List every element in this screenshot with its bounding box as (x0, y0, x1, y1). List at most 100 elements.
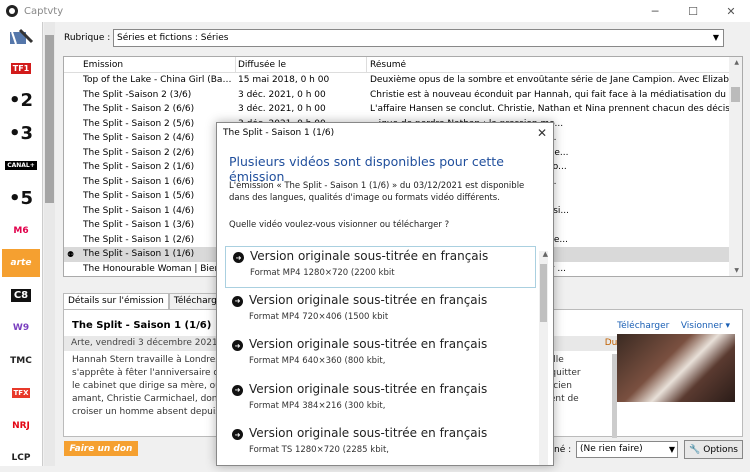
cell-title: The Split - Saison 2 (6/6) (83, 104, 195, 115)
scroll-up-icon[interactable]: ▲ (543, 250, 548, 258)
cell-title: Top of the Lake - China Girl (Bande... (83, 75, 235, 86)
channel-logo-icon: TFX (11, 388, 31, 398)
dialog-question: Quelle vidéo voulez-vous visionner ou té… (229, 220, 450, 230)
channel-arte[interactable]: arte (2, 249, 40, 277)
cell-title: The Honourable Woman | Bientôt (83, 263, 233, 274)
details-actions: Télécharger Visionner ▾ (617, 321, 730, 331)
arrow-right-icon: ➜ (232, 429, 243, 440)
cell-title: The Split - Saison 1 (6/6) (83, 176, 195, 187)
table-row[interactable]: The Split - Saison 2 (6/6) 3 déc. 2021, 0… (64, 102, 730, 117)
video-option[interactable]: ➜ Version originale sous-titrée en frança… (225, 380, 536, 422)
channel-c8[interactable]: C8 (2, 282, 40, 310)
column-header-date[interactable]: Diffusée le (238, 60, 365, 70)
channel-logo-icon: arte (10, 258, 32, 268)
video-option[interactable]: ➜ Version originale sous-titrée en frança… (225, 246, 536, 288)
cell-title: The Split - Saison 2 (5/6) (83, 118, 195, 129)
dialog-text: L'émission « The Split - Saison 1 (1/6) … (229, 181, 525, 203)
channel-logo-icon: •2 (8, 90, 34, 111)
chevron-down-icon[interactable]: ▼ (709, 30, 723, 46)
chevron-down-icon[interactable]: ▼ (669, 442, 675, 457)
channel-tmc[interactable]: TMC (2, 347, 40, 375)
download-link[interactable]: Télécharger (617, 321, 669, 331)
channel-lcp[interactable]: LCP (2, 444, 40, 472)
maximize-button[interactable]: ☐ (674, 0, 712, 22)
close-button[interactable]: ✕ (712, 0, 750, 22)
cell-title: The Split - Saison 1 (3/6) (83, 220, 195, 231)
channel-logo-icon: CANAL+ (5, 161, 37, 170)
cell-date: 3 déc. 2021, 0 h 00 (238, 104, 326, 115)
video-option-title: Version originale sous-titrée en françai… (249, 292, 488, 307)
donate-button[interactable]: Faire un don (64, 441, 138, 456)
table-row[interactable]: Top of the Lake - China Girl (Bande... 15… (64, 73, 730, 88)
after-download-value: (Ne rien faire) (580, 444, 643, 454)
channel-logo-icon: TF1 (10, 62, 32, 74)
channel-w9[interactable]: W9 (2, 314, 40, 342)
episode-thumbnail (617, 334, 735, 402)
cell-title: The Split - Saison 1 (2/6) (83, 234, 195, 245)
after-download-select[interactable]: (Ne rien faire) ▼ (576, 441, 678, 458)
channel-nrj12[interactable]: NRJ (2, 412, 40, 440)
playing-icon: ⚉ (67, 249, 75, 259)
column-header-emission[interactable]: Émission (83, 60, 235, 70)
wrench-icon: 🔧 (689, 444, 701, 455)
tab-details[interactable]: Détails sur l'émission (63, 293, 169, 309)
table-row[interactable]: The Split -Saison 2 (3/6) 3 déc. 2021, 0 … (64, 88, 730, 103)
cell-date: 15 mai 2018, 0 h 00 (238, 75, 330, 86)
video-option-format: Format MP4 1280×720 (2200 kbit (250, 268, 395, 278)
video-option-title: Version originale sous-titrée en françai… (249, 337, 488, 351)
cell-title: The Split - Saison 1 (1/6) (83, 249, 195, 260)
channel-tf1[interactable]: TF1 (2, 54, 40, 82)
video-option[interactable]: ➜ Version originale sous-titrée en frança… (225, 291, 536, 333)
view-link[interactable]: Visionner ▾ (681, 321, 730, 331)
cell-title: The Split - Saison 1 (5/6) (83, 191, 195, 202)
cell-date: 3 déc. 2021, 0 h 00 (238, 89, 326, 100)
grid-scrollbar[interactable]: ▲ ▼ (729, 57, 742, 276)
window-title: Captvty (24, 5, 64, 17)
minimize-button[interactable]: ─ (636, 0, 674, 22)
video-option-format: Format MP4 640×360 (800 kbit, (249, 356, 386, 366)
channel-logo-icon: NRJ (12, 420, 30, 431)
video-option-format: Format MP4 384×216 (300 kbit, (249, 400, 386, 411)
rubrique-select[interactable]: Séries et fictions : Séries ▼ (113, 29, 724, 47)
title-bar: Captvty ─ ☐ ✕ (0, 0, 750, 22)
details-title: The Split - Saison 1 (1/6) (72, 320, 212, 331)
channel-france-2[interactable]: •2 (2, 87, 40, 115)
arrow-right-icon: ➜ (232, 340, 243, 351)
sidebar-scroll-thumb[interactable] (45, 35, 54, 203)
video-option[interactable]: ➜ Version originale sous-titrée en frança… (225, 424, 536, 465)
after-download-label: né : (554, 445, 572, 455)
cell-title: The Split -Saison 2 (3/6) (83, 89, 192, 100)
channel-logo-icon: TMC (10, 355, 32, 366)
channel-france-5[interactable]: •5 (2, 184, 40, 212)
video-option-title: Version originale sous-titrée en françai… (250, 249, 489, 263)
rubrique-value: Séries et fictions : Séries (117, 33, 229, 43)
channel-canal-[interactable]: CANAL+ (2, 152, 40, 180)
channel-logo-icon: LCP (11, 453, 31, 463)
detail-tabs: Détails sur l'émission Téléchargeme (63, 293, 242, 309)
video-choice-dialog: The Split - Saison 1 (1/6) ✕ Plusieurs v… (216, 122, 554, 466)
options-button[interactable]: 🔧 Options (684, 440, 743, 459)
dialog-scroll-thumb[interactable] (540, 264, 547, 322)
rubrique-label: Rubrique : (64, 33, 111, 43)
options-label: Options (703, 444, 738, 455)
cell-summary: L'affaire Hansen se conclut. Christie, N… (370, 104, 730, 115)
arrow-right-icon: ➜ (232, 384, 243, 396)
channel-logo-icon: •5 (8, 187, 34, 209)
cell-summary: Deuxième opus de la sombre et envoûtante… (370, 75, 730, 86)
channel-logo-icon: •3 (8, 122, 34, 144)
grid-header: Émission Diffusée le Résumé (64, 57, 730, 73)
channel-logo-icon: W9 (12, 323, 30, 333)
channel-france-3[interactable]: •3 (2, 119, 40, 147)
video-option[interactable]: ➜ Version originale sous-titrée en frança… (225, 335, 536, 377)
channel-logo-icon: C8 (10, 289, 32, 302)
grid-scroll-thumb[interactable] (731, 87, 740, 102)
video-option-title: Version originale sous-titrée en françai… (249, 381, 488, 396)
dialog-close-icon[interactable]: ✕ (537, 126, 547, 140)
channel-tfx[interactable]: TFX (2, 379, 40, 407)
channel-m6[interactable]: M6 (2, 217, 40, 245)
arrow-right-icon: ➜ (233, 252, 244, 263)
column-header-summary[interactable]: Résumé (370, 60, 730, 70)
dialog-title: The Split - Saison 1 (1/6) (223, 128, 335, 138)
video-option-format: Format TS 1280×720 (2285 kbit, (249, 445, 389, 455)
edit-channels-icon[interactable] (2, 24, 40, 52)
